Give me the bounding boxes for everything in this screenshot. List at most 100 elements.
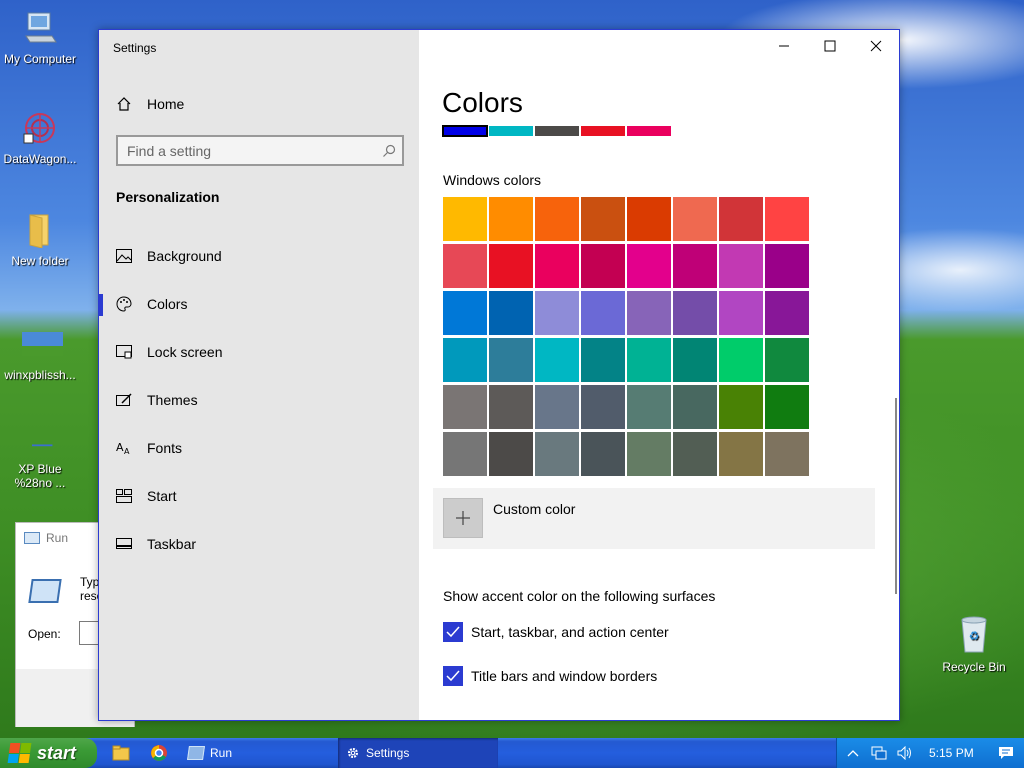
color-swatch[interactable] — [535, 244, 579, 288]
volume-icon[interactable] — [895, 745, 915, 761]
custom-color-label: Custom color — [493, 501, 576, 517]
color-swatch[interactable] — [581, 432, 625, 476]
nav-item-background[interactable]: Background — [99, 236, 419, 276]
color-swatch[interactable] — [535, 197, 579, 241]
datawagon-icon — [23, 113, 55, 144]
checkbox-checked-icon[interactable] — [443, 666, 463, 686]
color-swatch[interactable] — [673, 432, 717, 476]
color-swatch[interactable] — [673, 244, 717, 288]
recent-color-swatch[interactable] — [535, 126, 579, 136]
recent-color-swatch[interactable] — [442, 125, 488, 137]
custom-color-button[interactable]: Custom color — [433, 488, 875, 549]
settings-window: Settings Home Personalization Background — [98, 29, 900, 721]
color-swatch[interactable] — [489, 432, 533, 476]
color-swatch[interactable] — [627, 291, 671, 335]
color-swatch[interactable] — [765, 385, 809, 429]
nav-item-themes[interactable]: Themes — [99, 380, 419, 420]
color-swatch[interactable] — [719, 291, 763, 335]
color-swatch[interactable] — [627, 244, 671, 288]
start-label: start — [37, 742, 77, 763]
minimize-button[interactable] — [761, 30, 807, 62]
color-swatch[interactable] — [581, 338, 625, 382]
nav-item-colors[interactable]: Colors — [99, 284, 419, 324]
color-swatch[interactable] — [489, 244, 533, 288]
checkbox-label: Title bars and window borders — [471, 668, 658, 684]
color-swatch[interactable] — [627, 385, 671, 429]
desktop-icon-recycle-bin[interactable]: ♻ Recycle Bin — [934, 614, 1014, 674]
task-label: Settings — [366, 746, 410, 760]
start-icon — [115, 487, 133, 505]
color-swatch[interactable] — [765, 432, 809, 476]
color-swatch[interactable] — [673, 385, 717, 429]
color-swatch[interactable] — [443, 385, 487, 429]
color-swatch[interactable] — [535, 432, 579, 476]
search-icon[interactable] — [376, 144, 402, 158]
clock[interactable]: 5:15 PM — [929, 746, 974, 760]
desktop-icon-label: My Computer — [3, 52, 77, 66]
color-swatch[interactable] — [673, 197, 717, 241]
color-swatch[interactable] — [627, 338, 671, 382]
desktop-icon-xp-blue[interactable]: XP Blue %28no ... — [0, 440, 80, 490]
color-swatch[interactable] — [535, 338, 579, 382]
color-swatch[interactable] — [765, 291, 809, 335]
color-swatch[interactable] — [443, 432, 487, 476]
taskbar-run-button[interactable]: Run — [180, 738, 334, 768]
image-file-icon — [22, 332, 68, 356]
color-swatch[interactable] — [535, 291, 579, 335]
start-button[interactable]: start — [0, 738, 97, 768]
color-swatch[interactable] — [627, 432, 671, 476]
nav-item-taskbar[interactable]: Taskbar — [99, 524, 419, 564]
recent-color-swatch[interactable] — [489, 126, 533, 136]
notifications-icon[interactable] — [996, 745, 1016, 761]
explorer-folder-icon[interactable] — [112, 744, 130, 762]
nav-item-lock-screen[interactable]: Lock screen — [99, 332, 419, 372]
color-swatch[interactable] — [489, 385, 533, 429]
chrome-icon[interactable] — [150, 744, 168, 762]
recent-color-swatch[interactable] — [581, 126, 625, 136]
taskbar-settings-button[interactable]: Settings — [338, 738, 498, 768]
color-swatch[interactable] — [719, 338, 763, 382]
scrollbar-thumb[interactable] — [895, 398, 897, 594]
color-swatch[interactable] — [765, 338, 809, 382]
color-swatch[interactable] — [581, 244, 625, 288]
nav-item-start[interactable]: Start — [99, 476, 419, 516]
color-swatch[interactable] — [719, 432, 763, 476]
color-swatch[interactable] — [719, 385, 763, 429]
color-swatch[interactable] — [719, 197, 763, 241]
checkbox-start-taskbar[interactable]: Start, taskbar, and action center — [443, 622, 669, 642]
network-icon[interactable] — [869, 745, 889, 761]
color-swatch[interactable] — [581, 385, 625, 429]
color-swatch[interactable] — [581, 197, 625, 241]
maximize-button[interactable] — [807, 30, 853, 62]
close-button[interactable] — [853, 30, 899, 62]
desktop-icon-datawagon[interactable]: DataWagon... — [0, 110, 80, 166]
windows-logo-icon — [7, 743, 33, 763]
color-swatch[interactable] — [443, 338, 487, 382]
taskbar: start Run Settings 5:15 PM — [0, 738, 1024, 768]
checkbox-title-bars[interactable]: Title bars and window borders — [443, 666, 657, 686]
home-nav-item[interactable]: Home — [115, 93, 184, 115]
color-swatch[interactable] — [765, 197, 809, 241]
color-swatch[interactable] — [443, 244, 487, 288]
color-swatch[interactable] — [673, 338, 717, 382]
color-swatch[interactable] — [489, 291, 533, 335]
search-input[interactable] — [118, 137, 376, 164]
color-swatch[interactable] — [489, 197, 533, 241]
color-swatch[interactable] — [535, 385, 579, 429]
desktop-icon-my-computer[interactable]: My Computer — [0, 10, 80, 66]
color-swatch[interactable] — [627, 197, 671, 241]
color-swatch[interactable] — [673, 291, 717, 335]
color-swatch[interactable] — [719, 244, 763, 288]
desktop-icon-new-folder[interactable]: New folder — [0, 212, 80, 268]
color-swatch[interactable] — [443, 291, 487, 335]
search-box[interactable] — [116, 135, 404, 166]
nav-item-fonts[interactable]: AA Fonts — [99, 428, 419, 468]
chevron-up-icon[interactable] — [843, 745, 863, 761]
color-swatch[interactable] — [581, 291, 625, 335]
color-swatch[interactable] — [443, 197, 487, 241]
recent-color-swatch[interactable] — [627, 126, 671, 136]
desktop-icon-winxpbliss[interactable]: winxpblissh... — [0, 326, 80, 382]
color-swatch[interactable] — [489, 338, 533, 382]
color-swatch[interactable] — [765, 244, 809, 288]
checkbox-checked-icon[interactable] — [443, 622, 463, 642]
